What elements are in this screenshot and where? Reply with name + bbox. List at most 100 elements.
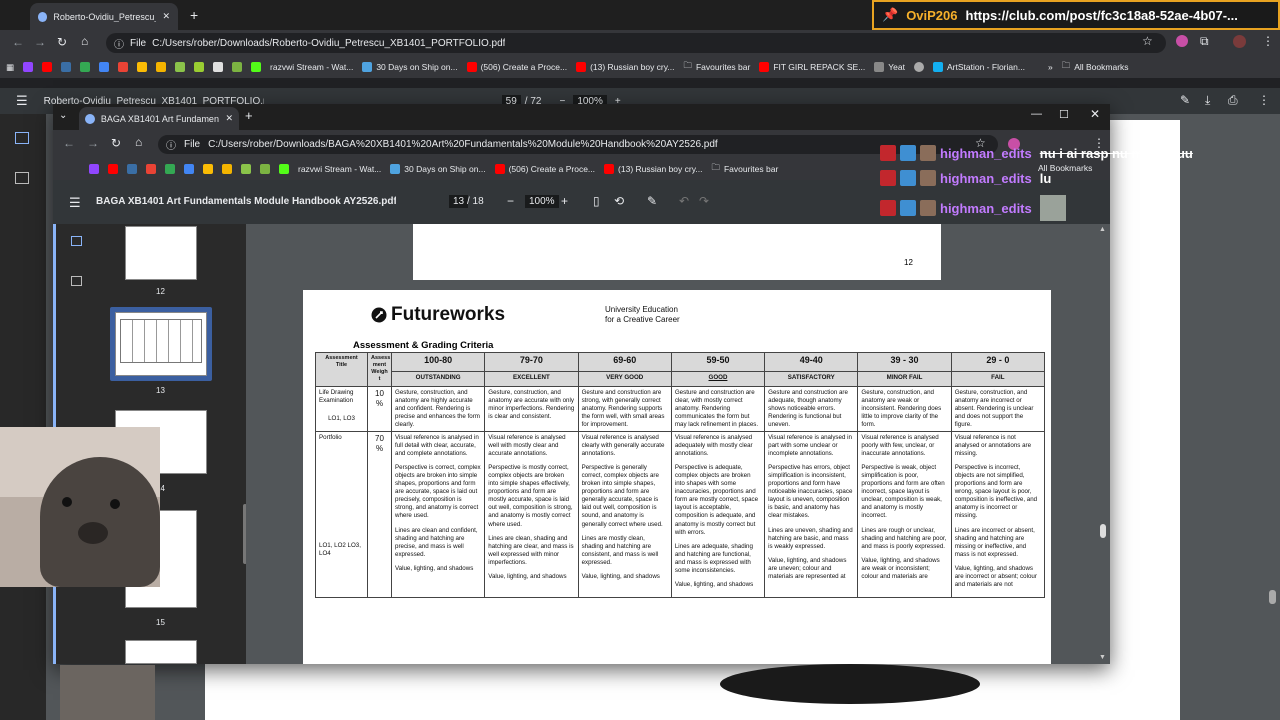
criteria-cell: Visual reference is analysed in part wit… bbox=[764, 430, 859, 598]
new-tab-icon[interactable]: + bbox=[190, 7, 198, 23]
bookmark-item[interactable]: 30 Days on Ship on... bbox=[362, 62, 458, 72]
extension-icon[interactable] bbox=[1176, 35, 1188, 47]
thumbnails-icon[interactable] bbox=[71, 236, 82, 246]
scroll-up-icon[interactable]: ▲ bbox=[1099, 226, 1106, 233]
site-icon[interactable] bbox=[194, 62, 205, 72]
menu-dots-icon[interactable]: ⋮ bbox=[1258, 93, 1270, 107]
thumbnails-icon[interactable] bbox=[15, 132, 29, 144]
grade-header: EXCELLENT bbox=[484, 370, 579, 387]
bookmark-item[interactable]: (13) Russian boy cry... bbox=[576, 62, 674, 72]
scrollbar-thumb[interactable] bbox=[1269, 590, 1276, 604]
brand-name: Futureworks bbox=[391, 304, 506, 325]
rotate-icon[interactable]: ⟲ bbox=[614, 194, 624, 208]
outline-icon[interactable] bbox=[15, 172, 29, 184]
front-zoom-input[interactable]: 100% bbox=[525, 195, 559, 208]
site-icon[interactable] bbox=[146, 164, 156, 174]
front-pdf-title: BAGA XB1401 Art Fundamentals Module Hand… bbox=[96, 196, 396, 207]
forward-arrow-icon[interactable]: → bbox=[87, 136, 99, 150]
maximize-icon[interactable]: ☐ bbox=[1059, 108, 1069, 121]
bookmark-item[interactable]: razvwi Stream - Wat... bbox=[270, 62, 353, 72]
close-icon[interactable]: ✕ bbox=[162, 11, 170, 22]
minimize-icon[interactable]: — bbox=[1031, 108, 1042, 120]
bookmark-item[interactable]: FIT GIRL REPACK SE... bbox=[759, 62, 865, 72]
site-icon[interactable] bbox=[260, 164, 270, 174]
zoom-in-icon[interactable]: + bbox=[561, 194, 568, 208]
undo-icon[interactable]: ↶ bbox=[679, 194, 689, 208]
puzzle-icon[interactable]: ⧉ bbox=[1200, 34, 1209, 49]
site-icon[interactable] bbox=[213, 62, 224, 72]
download-icon[interactable]: ⤓ bbox=[1205, 93, 1210, 108]
menu-icon[interactable]: ☰ bbox=[16, 93, 28, 109]
bookmark-folder[interactable]: 🗀 Favourites bar bbox=[711, 162, 778, 176]
tab-search-icon[interactable]: ⌄ bbox=[59, 110, 67, 121]
site-icon[interactable] bbox=[232, 62, 243, 72]
grade-header: MINOR FAIL bbox=[857, 370, 952, 387]
front-url[interactable]: C:/Users/rober/Downloads/BAGA%20XB1401%2… bbox=[208, 139, 718, 150]
scrollbar-thumb[interactable] bbox=[1100, 524, 1106, 538]
forward-arrow-icon[interactable]: → bbox=[34, 35, 46, 49]
bookmark-item[interactable]: ArtStation - Florian... bbox=[933, 62, 1025, 72]
menu-icon[interactable]: ☰ bbox=[69, 195, 81, 211]
twitch-icon[interactable] bbox=[23, 62, 34, 72]
bookmark-item[interactable]: 30 Days on Ship on... bbox=[390, 164, 486, 174]
outline-icon[interactable] bbox=[71, 276, 82, 286]
bookmark-item[interactable]: (13) Russian boy cry... bbox=[604, 164, 702, 174]
site-icon[interactable] bbox=[203, 164, 213, 174]
twitch-icon[interactable] bbox=[89, 164, 99, 174]
home-icon[interactable]: ⌂ bbox=[135, 135, 142, 149]
close-icon[interactable]: ✕ bbox=[225, 113, 233, 124]
back-address-bar[interactable]: ⓘ File C:/Users/rober/Downloads/Roberto-… bbox=[106, 33, 1166, 53]
back-arrow-icon[interactable]: ← bbox=[12, 35, 24, 49]
star-icon[interactable]: ☆ bbox=[1142, 34, 1153, 48]
page-thumbnail[interactable] bbox=[115, 312, 207, 376]
print-icon[interactable]: ⎙ bbox=[1228, 93, 1238, 108]
kick-icon[interactable] bbox=[251, 62, 262, 72]
site-icon[interactable] bbox=[175, 62, 186, 72]
site-icon[interactable] bbox=[156, 62, 167, 72]
chevron-right-icon[interactable]: » bbox=[1048, 62, 1053, 72]
site-icon[interactable] bbox=[118, 62, 129, 72]
site-icon[interactable] bbox=[184, 164, 194, 174]
kick-icon[interactable] bbox=[279, 164, 289, 174]
front-page-input[interactable]: 13 bbox=[449, 195, 469, 208]
maps-icon[interactable] bbox=[80, 62, 91, 72]
site-icon[interactable] bbox=[241, 164, 251, 174]
zoom-out-icon[interactable]: − bbox=[507, 194, 514, 208]
reload-icon[interactable]: ↻ bbox=[111, 136, 121, 150]
site-icon[interactable] bbox=[222, 164, 232, 174]
page-thumbnail[interactable] bbox=[125, 226, 197, 280]
site-icon[interactable] bbox=[137, 62, 148, 72]
bookmark-item[interactable] bbox=[914, 62, 924, 72]
site-icon[interactable] bbox=[61, 62, 72, 72]
annotate-icon[interactable]: ✎ bbox=[1180, 93, 1190, 107]
front-tab[interactable]: BAGA XB1401 Art Fundamental ✕ bbox=[79, 107, 239, 130]
maps-icon[interactable] bbox=[165, 164, 175, 174]
redo-icon[interactable]: ↷ bbox=[699, 194, 709, 208]
reload-icon[interactable]: ↻ bbox=[57, 35, 67, 49]
bookmark-item[interactable]: Yeat bbox=[874, 62, 905, 72]
back-tab[interactable]: Roberto-Ovidiu_Petrescu_XB1401 ✕ bbox=[30, 3, 178, 30]
all-bookmarks[interactable]: 🗀 All Bookmarks bbox=[1062, 60, 1129, 74]
back-arrow-icon[interactable]: ← bbox=[63, 136, 75, 150]
apps-grid-icon[interactable]: ▦ bbox=[6, 62, 14, 73]
site-icon[interactable] bbox=[99, 62, 110, 72]
youtube-icon[interactable] bbox=[108, 164, 118, 174]
bookmark-item[interactable]: (506) Create a Proce... bbox=[494, 164, 595, 174]
bookmark-item[interactable]: (506) Create a Proce... bbox=[466, 62, 567, 72]
close-window-icon[interactable]: ✕ bbox=[1090, 107, 1100, 121]
fit-page-icon[interactable]: ▯ bbox=[593, 194, 600, 208]
home-icon[interactable]: ⌂ bbox=[81, 34, 88, 48]
back-url[interactable]: C:/Users/rober/Downloads/Roberto-Ovidiu_… bbox=[152, 38, 505, 49]
annotate-icon[interactable]: ✎ bbox=[647, 194, 657, 208]
youtube-icon[interactable] bbox=[42, 62, 53, 72]
bookmark-folder[interactable]: 🗀 Favourites bar bbox=[683, 60, 750, 74]
scroll-down-icon[interactable]: ▼ bbox=[1099, 654, 1106, 661]
avatar[interactable] bbox=[1233, 35, 1246, 48]
criteria-cell: Visual reference is analysed well with m… bbox=[484, 430, 579, 598]
site-icon[interactable] bbox=[127, 164, 137, 174]
front-address-bar[interactable]: ⓘ File C:/Users/rober/Downloads/BAGA%20X… bbox=[158, 135, 998, 154]
menu-dots-icon[interactable]: ⋮ bbox=[1262, 34, 1274, 48]
new-tab-icon[interactable]: + bbox=[245, 108, 253, 123]
page-thumbnail[interactable] bbox=[125, 640, 197, 664]
bookmark-item[interactable]: razvwi Stream - Wat... bbox=[298, 164, 381, 174]
